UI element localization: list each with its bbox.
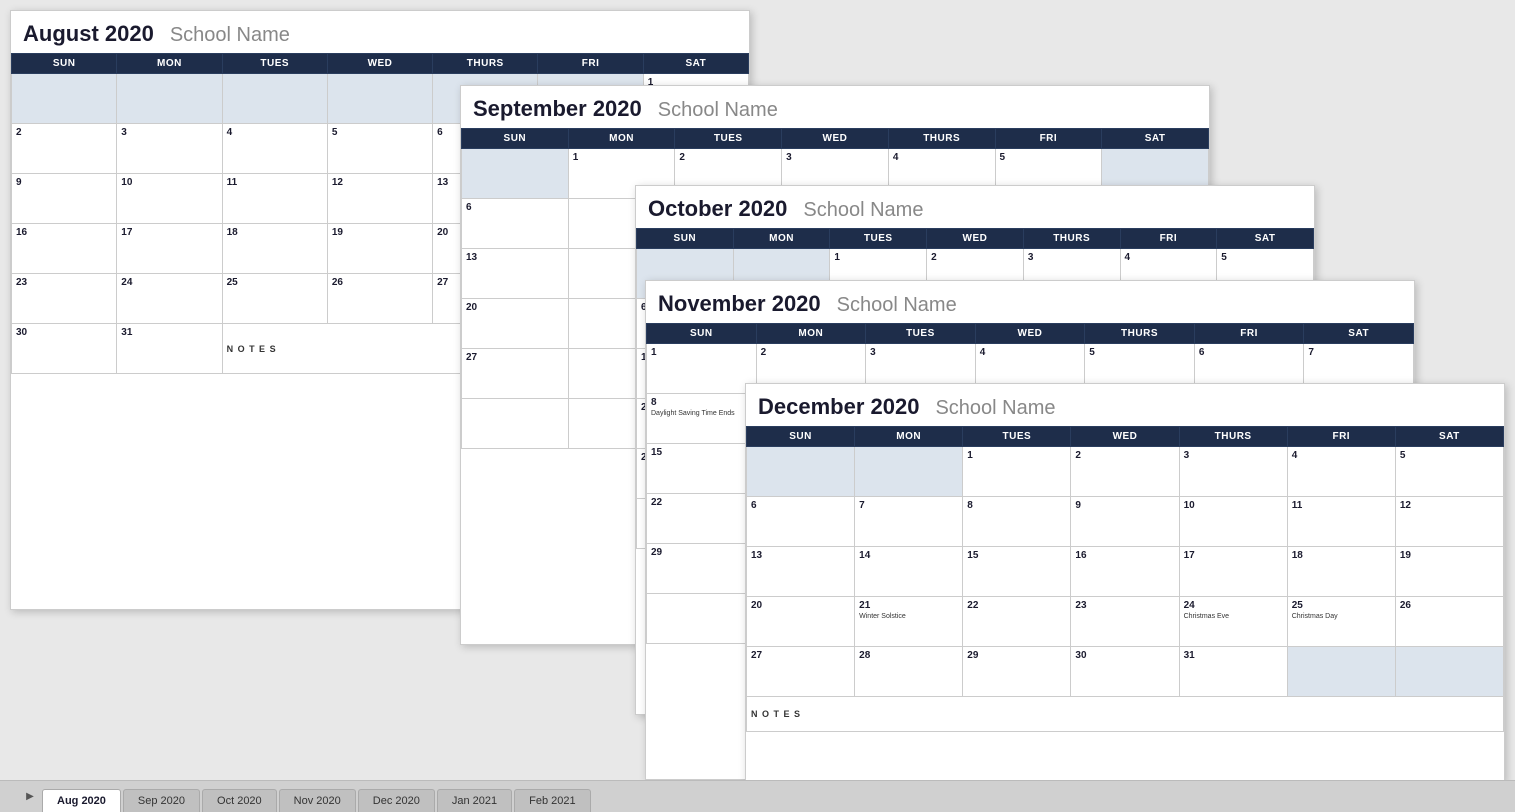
col-mon: MON (733, 229, 830, 249)
tab-dec-2020[interactable]: Dec 2020 (358, 789, 435, 812)
col-thu: THURS (1023, 229, 1120, 249)
col-wed: WED (1071, 427, 1179, 447)
tab-oct-2020[interactable]: Oct 2020 (202, 789, 277, 812)
col-fri: FRI (1287, 427, 1395, 447)
tab-feb-2021[interactable]: Feb 2021 (514, 789, 590, 812)
december-school: School Name (935, 397, 1055, 420)
col-sun: SUN (647, 324, 757, 344)
col-wed: WED (927, 229, 1024, 249)
october-title: October 2020 (648, 196, 787, 222)
col-sat: SAT (1395, 427, 1503, 447)
table-row: 1 2 3 4 5 (747, 447, 1504, 497)
september-title: September 2020 (473, 96, 642, 122)
table-row: 6 7 8 9 10 11 12 (747, 497, 1504, 547)
col-tue: TUES (675, 129, 782, 149)
col-tue: TUES (866, 324, 976, 344)
col-wed: WED (975, 324, 1085, 344)
table-row: 20 21Winter Solstice 22 23 24Christmas E… (747, 597, 1504, 647)
august-title: August 2020 (23, 21, 154, 47)
event-dst: Daylight Saving Time Ends (651, 410, 752, 417)
notes-row: N O T E S (747, 697, 1504, 732)
col-sun: SUN (462, 129, 569, 149)
table-row: 13 14 15 16 17 18 19 (747, 547, 1504, 597)
december-title: December 2020 (758, 394, 919, 420)
october-school: School Name (803, 199, 923, 222)
col-fri: FRI (1194, 324, 1304, 344)
december-header: December 2020 School Name (746, 384, 1504, 426)
col-mon: MON (117, 54, 222, 74)
col-tue: TUES (963, 427, 1071, 447)
col-mon: MON (756, 324, 866, 344)
october-header: October 2020 School Name (636, 186, 1314, 228)
september-school: School Name (658, 99, 778, 122)
col-wed: WED (782, 129, 889, 149)
august-header: August 2020 School Name (11, 11, 749, 53)
col-fri: FRI (995, 129, 1102, 149)
november-header: November 2020 School Name (646, 281, 1414, 323)
event-christmas-day: Christmas Day (1292, 613, 1391, 620)
col-sat: SAT (1304, 324, 1414, 344)
november-title: November 2020 (658, 291, 821, 317)
col-sun: SUN (637, 229, 734, 249)
col-thu: THURS (1085, 324, 1195, 344)
col-wed: WED (327, 54, 432, 74)
col-mon: MON (855, 427, 963, 447)
november-school: School Name (837, 294, 957, 317)
col-mon: MON (568, 129, 675, 149)
tab-jan-2021[interactable]: Jan 2021 (437, 789, 512, 812)
event-christmas-eve: Christmas Eve (1184, 613, 1283, 620)
august-school: School Name (170, 24, 290, 47)
col-sun: SUN (747, 427, 855, 447)
col-thu: THURS (888, 129, 995, 149)
tab-prev-arrow[interactable]: ▶ (20, 791, 40, 802)
col-thu: THURS (433, 54, 538, 74)
col-fri: FRI (1120, 229, 1217, 249)
event-winter-solstice: Winter Solstice (859, 613, 958, 620)
tab-bar: ▶ Aug 2020 Sep 2020 Oct 2020 Nov 2020 De… (0, 780, 1515, 812)
table-row: 27 28 29 30 31 (747, 647, 1504, 697)
tab-nov-2020[interactable]: Nov 2020 (279, 789, 356, 812)
december-grid: SUN MON TUES WED THURS FRI SAT 1 2 3 4 5… (746, 426, 1504, 732)
tab-sep-2020[interactable]: Sep 2020 (123, 789, 200, 812)
tab-aug-2020[interactable]: Aug 2020 (42, 789, 121, 812)
december-calendar: December 2020 School Name SUN MON TUES W… (745, 383, 1505, 783)
september-header: September 2020 School Name (461, 86, 1209, 128)
col-tue: TUES (830, 229, 927, 249)
col-sat: SAT (1102, 129, 1209, 149)
col-fri: FRI (538, 54, 643, 74)
col-sat: SAT (643, 54, 748, 74)
col-sun: SUN (12, 54, 117, 74)
col-tue: TUES (222, 54, 327, 74)
col-thu: THURS (1179, 427, 1287, 447)
col-sat: SAT (1217, 229, 1314, 249)
